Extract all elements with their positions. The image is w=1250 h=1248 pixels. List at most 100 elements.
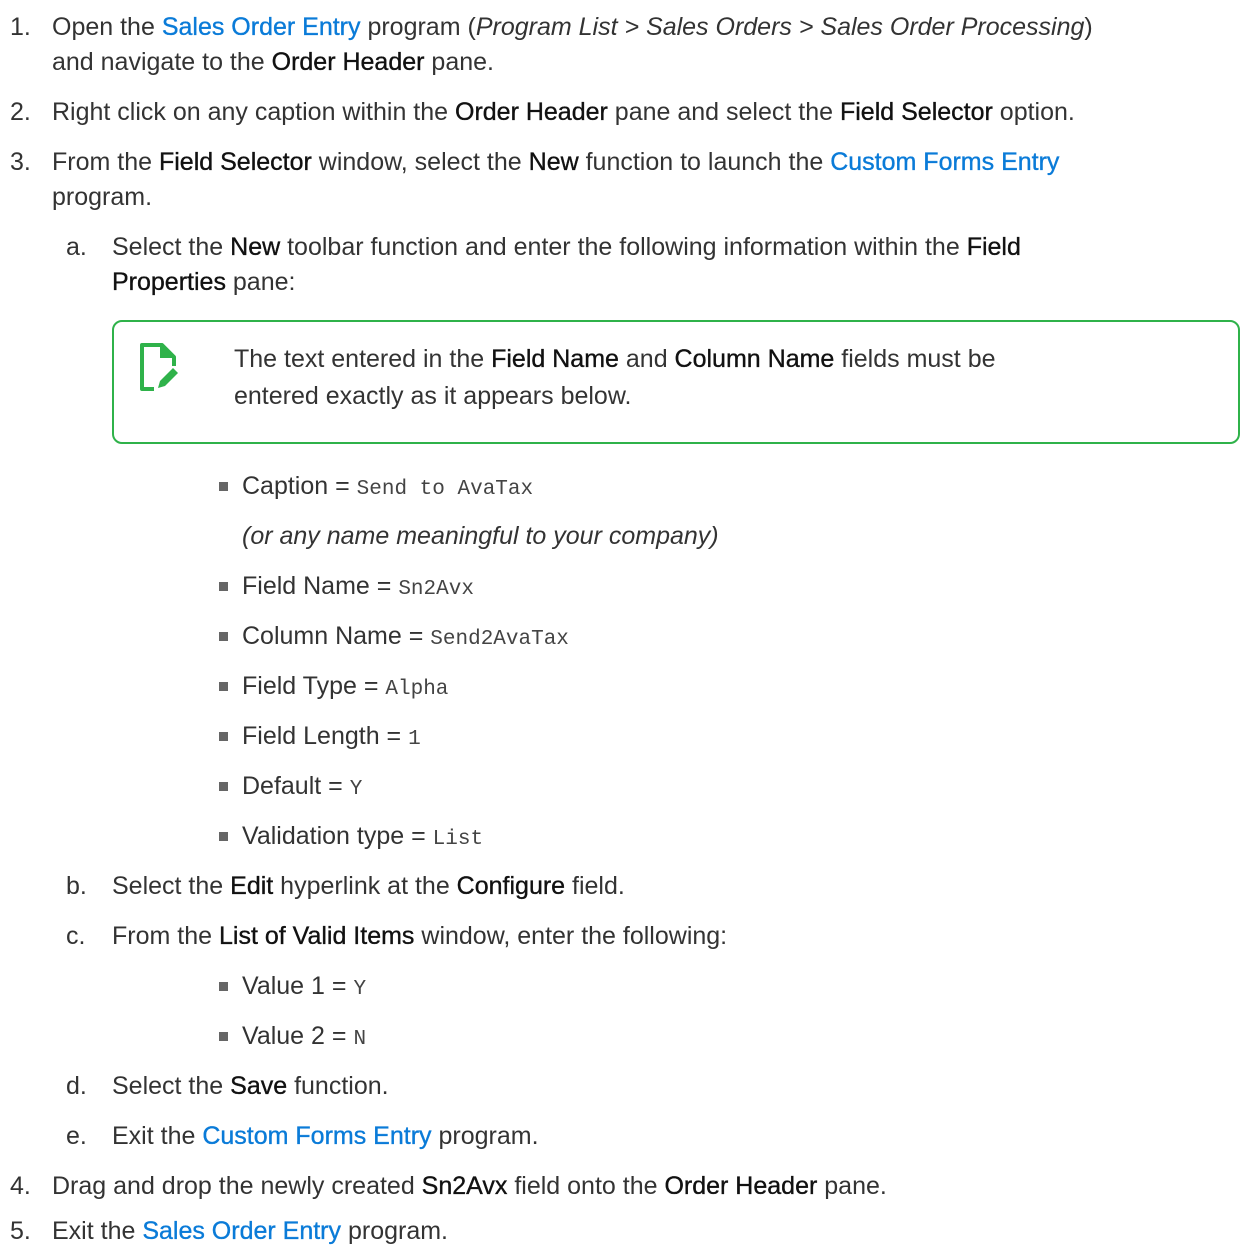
field-type: Field Type = Alpha [242, 669, 448, 707]
step-5-text: program. [341, 1217, 448, 1245]
step-e-label: e. [66, 1122, 87, 1150]
program-path: Program List > Sales Orders > Sales Orde… [475, 13, 1085, 41]
field-label: Validation type [242, 822, 405, 850]
value-text: Y [353, 978, 367, 1001]
equals: = [321, 772, 350, 800]
step-1-text: ) [1084, 13, 1093, 41]
field-value: Alpha [385, 678, 449, 701]
step-2-text: Right click on any caption within the [52, 98, 455, 126]
note-text-part: The text entered in the [234, 345, 492, 373]
step-3-text: From the [52, 148, 159, 176]
value-1: Value 1 = Y [242, 969, 366, 1007]
field-selector-term: Field Selector [158, 148, 312, 176]
step-3-text: function to launch the [578, 148, 831, 176]
equals: = [324, 972, 354, 1000]
step-e-line: Exit the Custom Forms Entry program. [112, 1119, 539, 1153]
list-of-valid-items-term: List of Valid Items [218, 922, 415, 950]
note-text: The text entered in the Field Name and C… [234, 342, 1194, 413]
field-value: 1 [408, 728, 421, 751]
step-1-text: Open the [52, 13, 162, 41]
equals: = [324, 1022, 354, 1050]
bullet [219, 982, 228, 991]
bullet [219, 1032, 228, 1041]
field-default: Default = Y [242, 769, 362, 807]
field-column-name: Column Name = Send2AvaTax [242, 619, 569, 657]
step-c-text: From the [112, 922, 219, 950]
order-header-term: Order Header [664, 1172, 818, 1200]
step-3-number: 3. [10, 148, 31, 176]
step-1-line-2: and navigate to the Order Header pane. [52, 45, 494, 79]
step-c-line: From the List of Valid Items window, ent… [112, 919, 727, 953]
custom-forms-entry-link[interactable]: Custom Forms Entry [202, 1122, 432, 1150]
step-2-text: pane and select the [607, 98, 840, 126]
sales-order-entry-link[interactable]: Sales Order Entry [162, 13, 361, 41]
bullet [219, 482, 228, 491]
equals: = [379, 722, 409, 750]
bullet [219, 832, 228, 841]
new-term: New [230, 233, 281, 261]
step-4-text: pane. [817, 1172, 887, 1200]
save-term: Save [230, 1072, 288, 1100]
bullet [219, 732, 228, 741]
step-d-line: Select the Save function. [112, 1069, 389, 1103]
field-caption: Caption = Send to AvaTax [242, 469, 533, 507]
field-validation-type: Validation type = List [242, 819, 483, 857]
note-edit-icon [140, 343, 178, 391]
bullet [219, 782, 228, 791]
step-3-text: window, select the [311, 148, 529, 176]
step-b-label: b. [66, 872, 87, 900]
note-line-1: The text entered in the Field Name and C… [234, 342, 1194, 376]
field-name-term: Field Name [491, 345, 619, 373]
step-b-text: hyperlink at the [273, 872, 457, 900]
field-value: Y [349, 778, 363, 801]
step-b-text: Select the [112, 872, 231, 900]
new-term: New [528, 148, 579, 176]
sales-order-entry-link[interactable]: Sales Order Entry [142, 1217, 341, 1245]
edit-term: Edit [230, 872, 274, 900]
order-header-term: Order Header [271, 48, 425, 76]
equals: = [356, 672, 386, 700]
value-label: Value 2 [242, 1022, 325, 1050]
note-text-part: fields must be [834, 345, 996, 373]
step-5-text: Exit the [52, 1217, 143, 1245]
step-2-number: 2. [10, 98, 31, 126]
field-label: Caption [242, 472, 329, 500]
equals: = [404, 822, 433, 850]
step-c-text: window, enter the following: [414, 922, 728, 950]
step-1-text: and navigate to the [52, 48, 272, 76]
step-d-label: d. [66, 1072, 87, 1100]
note-box: The text entered in the Field Name and C… [112, 320, 1240, 444]
value-label: Value 1 [242, 972, 325, 1000]
field-value: List [432, 828, 484, 851]
custom-forms-entry-link[interactable]: Custom Forms Entry [830, 148, 1060, 176]
column-name-term: Column Name [674, 345, 835, 373]
step-a-line-1: Select the New toolbar function and ente… [112, 230, 1232, 264]
step-b-line: Select the Edit hyperlink at the Configu… [112, 869, 625, 903]
step-a-text: Select the [112, 233, 231, 261]
step-4-text: Drag and drop the newly created [52, 1172, 422, 1200]
step-a-text: toolbar function and enter the following… [280, 233, 967, 261]
configure-term: Configure [456, 872, 566, 900]
step-d-text: function. [287, 1072, 389, 1100]
order-header-term: Order Header [455, 98, 608, 126]
step-1-text: pane. [424, 48, 494, 76]
equals: = [369, 572, 399, 600]
step-e-text: Exit the [112, 1122, 203, 1150]
equals: = [328, 472, 357, 500]
bullet [219, 582, 228, 591]
equals: = [401, 622, 431, 650]
field-label: Field Length [242, 722, 380, 750]
step-a-label: a. [66, 233, 87, 261]
step-4-number: 4. [10, 1172, 31, 1200]
field-value: Sn2Avx [398, 578, 474, 601]
field-value: Send to AvaTax [356, 478, 534, 501]
field-label: Field Name [242, 572, 370, 600]
step-a-text: pane: [225, 268, 296, 296]
step-5-number: 5. [10, 1217, 31, 1245]
step-4-line: Drag and drop the newly created Sn2Avx f… [52, 1169, 887, 1203]
step-b-text: field. [565, 872, 625, 900]
step-1-number: 1. [10, 13, 31, 41]
step-c-label: c. [66, 922, 86, 950]
field-label: Default [242, 772, 322, 800]
step-4-text: field onto the [507, 1172, 665, 1200]
